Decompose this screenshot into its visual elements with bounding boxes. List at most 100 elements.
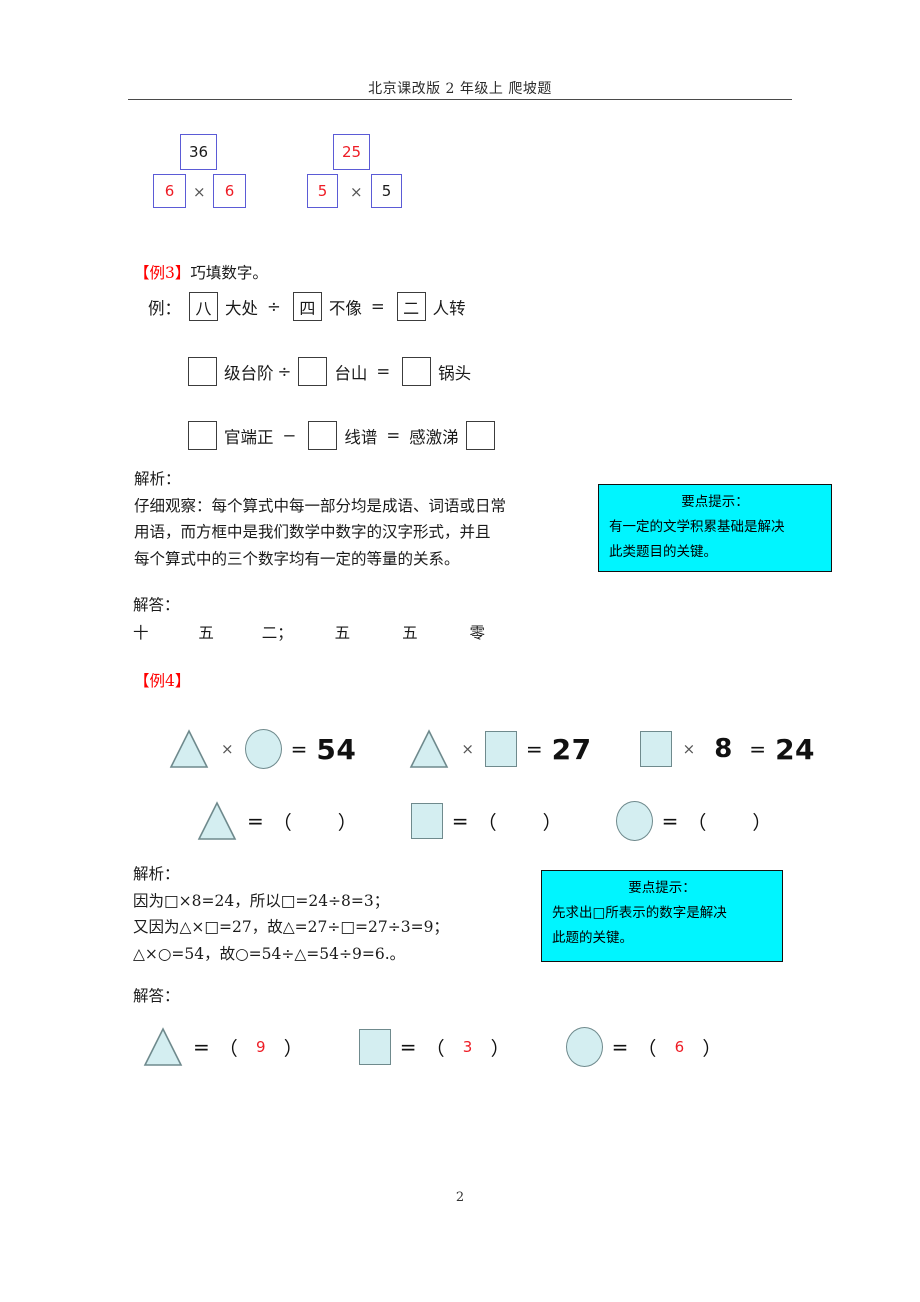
example-4-analysis-line-3: △×○=54，故○=54÷△=54÷9=6.。 (133, 944, 406, 963)
example-3-label-close: 】 (174, 264, 191, 282)
example-4-hint-line-2: 此题的关键。 (552, 930, 633, 946)
question-blank-3-open: （ (687, 811, 707, 834)
answer-value-4: 五 (334, 624, 351, 642)
document-page: 北京课改版 2 年级上 爬坡题 36 6 × 6 25 5 × 5 【例3】巧填… (0, 0, 920, 1302)
answer-value-3: 二； (261, 624, 293, 642)
triangle-icon (196, 800, 238, 842)
example-4-analysis-label: 解析： (133, 865, 180, 883)
page-header-title: 北京课改版 2 年级上 爬坡题 (368, 81, 552, 97)
triangle-icon (408, 728, 450, 770)
example-3-answer-values: 十 五 二； 五 五 零 (133, 620, 485, 646)
header-divider (128, 99, 792, 100)
q2-box-2[interactable] (308, 421, 338, 450)
example-3-title: 巧填数字。 (190, 264, 268, 282)
question-blank-1-close: ） (337, 811, 357, 834)
example-3-label-number: 3 (165, 264, 175, 282)
example-4-label-close: 】 (174, 672, 191, 690)
q2-operator-1: − (282, 426, 297, 445)
answer-blank-1-open: （ (218, 1037, 238, 1060)
answer-blank-1-value[interactable]: 9 (238, 1038, 284, 1056)
example-3-answer: 解答： (133, 592, 180, 619)
q2-word-2: 线谱 (344, 427, 378, 447)
sample-box-2[interactable]: 四 (292, 292, 322, 321)
answer-blank-2-open: （ (425, 1037, 445, 1060)
box-top-value-1: 36 (180, 134, 217, 170)
example-3-hint-line-2: 此类题目的关键。 (609, 544, 717, 560)
multiply-operator-1: × (193, 183, 206, 201)
sample-lead-label: 例： (148, 298, 181, 318)
box-right-value-1: 6 (213, 174, 246, 208)
q2-box-3[interactable] (465, 421, 495, 450)
sample-box-3[interactable]: 二 (396, 292, 426, 321)
box-top-value-2: 25 (333, 134, 370, 170)
q1-word-2: 台山 (334, 363, 368, 383)
answer-blank-3-close: ） (702, 1037, 722, 1060)
sample-operator-1: ÷ (267, 297, 281, 316)
question-blank-1-open: （ (272, 811, 292, 834)
answer-value-5: 五 (402, 624, 418, 642)
question-blank-3-equals: = (661, 809, 679, 833)
answer-blank-2-value[interactable]: 3 (445, 1038, 491, 1056)
answer-blank-2-close: ） (490, 1037, 510, 1060)
equation-3-operator: × (682, 740, 696, 758)
question-blank-2: = （ ） (410, 803, 562, 839)
sample-word-3: 人转 (432, 298, 466, 318)
answer-blank-3-open: （ (637, 1037, 657, 1060)
question-blank-1-equals: = (247, 809, 264, 833)
example-3-hint-box: 要点提示： 有一定的文学积累基础是解决 此类题目的关键。 (598, 484, 832, 572)
q1-box-2[interactable] (298, 357, 328, 386)
example-4-answer-label-wrap: 解答： (133, 983, 180, 1010)
answer-blank-3-value[interactable]: 6 (656, 1038, 702, 1056)
square-icon (639, 731, 672, 767)
answer-blank-2: = （ 3 ） (358, 1029, 510, 1065)
triangle-icon (142, 1026, 184, 1068)
example-4-analysis: 解析： 因为□×8=24，所以□=24÷8=3； 又因为△×□=27，故△=27… (133, 861, 543, 967)
equation-2-equals: = (525, 737, 543, 761)
answer-blank-2-equals: = (399, 1035, 417, 1059)
equation-3: × 8 = 24 (639, 731, 816, 767)
circle-icon (565, 1027, 603, 1067)
box-right-value-2: 5 (371, 174, 402, 208)
example-3-question-2: 官端正 − 线谱 = 感激涕 (183, 421, 500, 450)
q2-box-1[interactable] (188, 421, 217, 450)
box-left-value-1: 6 (153, 174, 186, 208)
example-4-answer-blanks: = （ 9 ） = （ 3 ） = （ 6 ） (142, 1026, 721, 1068)
q1-box-3[interactable] (402, 357, 432, 386)
triangle-icon (168, 728, 210, 770)
example-4-label-number: 4 (165, 672, 175, 690)
question-blank-3: = （ ） (615, 801, 771, 841)
example-4-analysis-line-2: 又因为△×□=27，故△=27÷□=27÷3=9； (133, 918, 449, 936)
question-blank-2-close: ） (542, 811, 562, 834)
answer-value-6: 零 (469, 624, 485, 642)
q1-operator-1: ÷ (277, 362, 292, 381)
example-3-hint-title: 要点提示： (681, 494, 749, 510)
circle-icon (615, 801, 653, 841)
q2-word-3: 感激涕 (409, 427, 459, 447)
equation-2-result: 27 (551, 732, 592, 766)
example-3-analysis: 解析： 仔细观察：每个算式中每一部分均是成语、词语或日常 用语，而方框中是我们数… (134, 466, 554, 572)
page-number: 2 (455, 1190, 465, 1205)
example-4-label-open: 【例 (134, 672, 166, 690)
answer-value-1: 十 (133, 624, 149, 642)
example-4-heading: 【例4】 (134, 668, 190, 694)
example-3-question-1: 级台阶 ÷ 台山 = 锅头 (183, 357, 473, 386)
square-icon (410, 803, 443, 839)
answer-blank-1-equals: = (193, 1035, 210, 1059)
q2-word-1: 官端正 (224, 427, 274, 447)
example-4-hint-title: 要点提示： (628, 880, 696, 896)
sample-word-2: 不像 (328, 298, 362, 318)
q1-word-1: 级台阶 (224, 363, 274, 383)
answer-blank-1-close: ） (283, 1037, 303, 1060)
q1-box-1[interactable] (188, 357, 217, 386)
answer-blank-1: = （ 9 ） (142, 1026, 303, 1068)
q1-operator-2: = (376, 362, 391, 381)
sample-box-1[interactable]: 八 (189, 292, 218, 321)
equation-2: × = 27 (408, 728, 591, 770)
equation-1-result: 54 (316, 732, 357, 766)
equation-2-operator: × (461, 740, 474, 758)
question-blank-1: = （ ） (196, 800, 357, 842)
q2-operator-2: = (386, 426, 401, 445)
example-3-analysis-line-2: 用语，而方框中是我们数学中数字的汉字形式，并且 (134, 523, 491, 541)
equation-3-result: 24 (775, 732, 816, 766)
example-3-heading: 【例3】巧填数字。 (134, 260, 268, 286)
